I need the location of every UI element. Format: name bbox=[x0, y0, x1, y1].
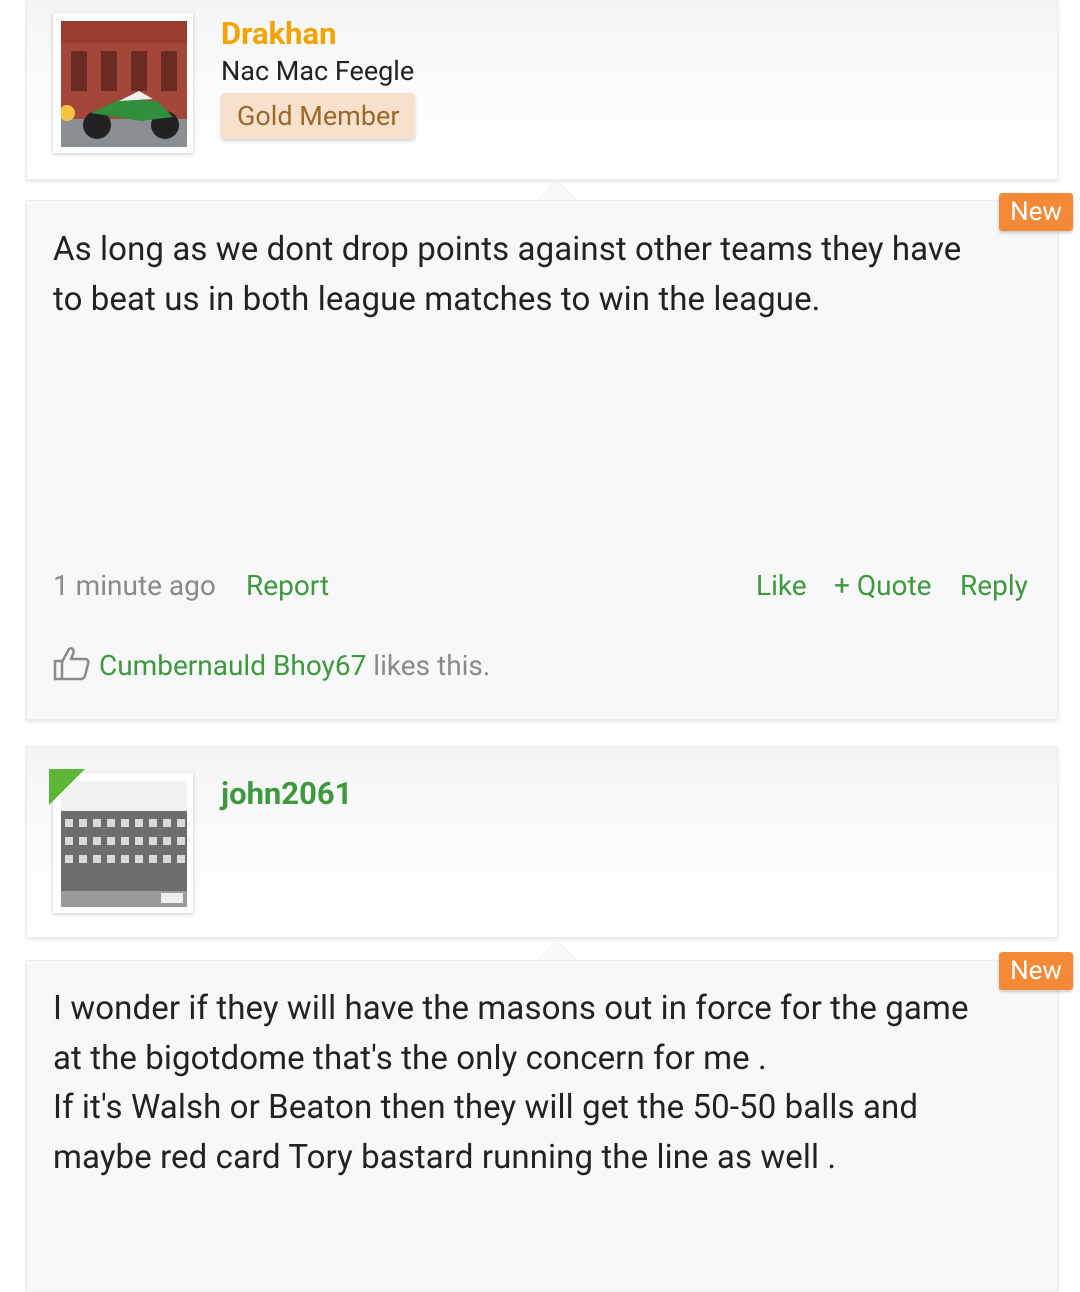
post-1-liker-link[interactable]: Cumbernauld Bhoy67 bbox=[99, 649, 366, 682]
thumbs-up-icon bbox=[53, 647, 90, 681]
post-1-message-body: As long as we dont drop points against o… bbox=[53, 230, 962, 319]
post-1-quote-link[interactable]: + Quote bbox=[834, 569, 932, 602]
post-1-likes-suffix: likes this. bbox=[366, 649, 491, 682]
post-1-timestamp[interactable]: 1 minute ago bbox=[53, 569, 216, 602]
post-1-member-badge: Gold Member bbox=[221, 93, 416, 139]
post-1-new-badge: New bbox=[999, 193, 1073, 231]
post-2-message-card: New I wonder if they will have the mason… bbox=[26, 940, 1073, 1292]
post-2-author-card: john2061 bbox=[26, 746, 1058, 938]
post-2-new-badge: New bbox=[999, 952, 1073, 990]
post-2-avatar[interactable] bbox=[49, 769, 193, 913]
post-2-username[interactable]: john2061 bbox=[221, 775, 352, 812]
post-1-avatar[interactable] bbox=[53, 13, 193, 153]
post-2-caret bbox=[537, 940, 577, 960]
post-1-like-link[interactable]: Like bbox=[756, 569, 807, 602]
post-1-caret bbox=[537, 180, 577, 200]
post-1-message-card: New As long as we dont drop points again… bbox=[26, 180, 1073, 720]
avatar-image bbox=[61, 21, 187, 147]
post-1-author-card: Drakhan Nac Mac Feegle Gold Member bbox=[26, 0, 1058, 180]
post-1-reply-link[interactable]: Reply bbox=[960, 569, 1028, 602]
online-corner-icon bbox=[49, 769, 85, 805]
post-1-username[interactable]: Drakhan bbox=[221, 15, 336, 52]
post-1-user-title: Nac Mac Feegle bbox=[221, 55, 415, 87]
post-1-report-link[interactable]: Report bbox=[246, 569, 329, 602]
post-2-message-body: I wonder if they will have the masons ou… bbox=[53, 989, 969, 1177]
post-1-likes: Cumbernauld Bhoy67 likes this. bbox=[53, 645, 490, 682]
